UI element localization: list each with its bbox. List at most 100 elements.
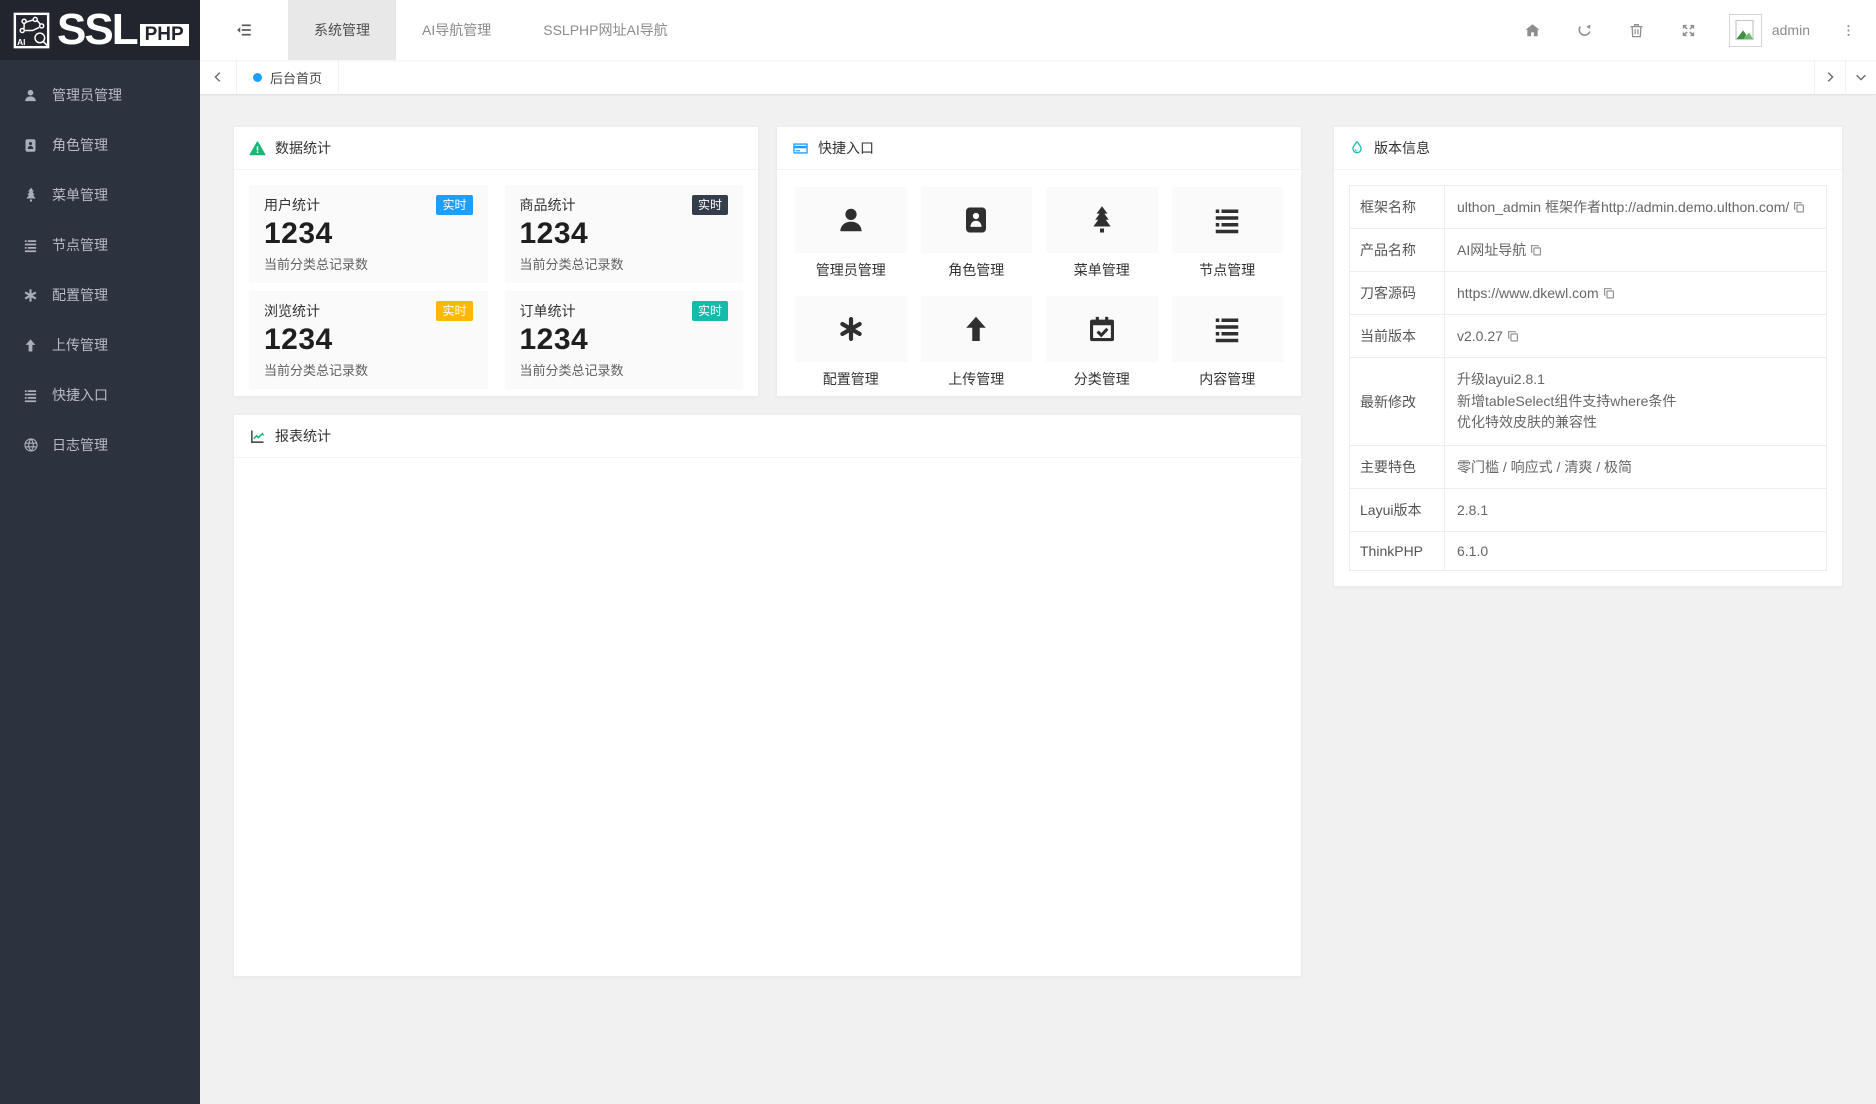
stat-desc: 当前分类总记录数 <box>264 254 473 273</box>
quick-item-upload[interactable]: 上传管理 <box>921 296 1033 389</box>
row-value: https://www.dkewl.com <box>1457 285 1599 301</box>
quick-item-label: 管理员管理 <box>795 260 907 280</box>
sidebar-item-role[interactable]: 角色管理 <box>0 120 200 170</box>
report-chart-area <box>234 458 1301 976</box>
list-icon <box>22 388 39 403</box>
stat-value: 1234 <box>264 217 473 251</box>
row-label: Layui版本 <box>1350 489 1445 532</box>
sidebar-item-label: 管理员管理 <box>52 85 122 105</box>
nav-tab-system[interactable]: 系统管理 <box>288 0 396 60</box>
sidebar-item-upload[interactable]: 上传管理 <box>0 320 200 370</box>
row-value: 升级layui2.8.1 新增tableSelect组件支持where条件 优化… <box>1457 371 1676 430</box>
globe-icon <box>22 437 39 453</box>
refresh-icon[interactable] <box>1559 0 1611 60</box>
credit-card-icon <box>792 140 809 157</box>
stat-box-users: 用户统计 1234 当前分类总记录数 实时 <box>249 185 488 283</box>
sidebar-item-label: 角色管理 <box>52 135 108 155</box>
row-value: v2.0.27 <box>1457 328 1503 344</box>
quick-grid: 管理员管理 角色管理 菜单管理 <box>777 170 1301 396</box>
collapse-sidebar-icon[interactable] <box>200 0 288 60</box>
more-menu-icon[interactable] <box>1830 0 1866 60</box>
status-badge: 实时 <box>692 195 728 215</box>
sidebar-item-admin[interactable]: 管理员管理 <box>0 70 200 120</box>
svg-text:AI: AI <box>17 36 25 46</box>
sidebar-item-menu[interactable]: 菜单管理 <box>0 170 200 220</box>
broken-image-icon <box>1733 18 1757 42</box>
header-right: admin <box>1507 0 1876 60</box>
status-badge: 实时 <box>436 301 472 321</box>
role-icon <box>22 138 39 153</box>
quick-card-title: 快捷入口 <box>818 138 874 158</box>
quick-item-menu[interactable]: 菜单管理 <box>1046 187 1158 280</box>
row-label: ThinkPHP <box>1350 532 1445 571</box>
copy-icon[interactable] <box>1602 286 1616 300</box>
tab-home-label: 后台首页 <box>270 68 322 87</box>
avatar[interactable] <box>1729 14 1762 47</box>
stat-value: 1234 <box>520 217 729 251</box>
copy-icon[interactable] <box>1792 200 1806 214</box>
copy-icon[interactable] <box>1506 329 1520 343</box>
row-value: 2.8.1 <box>1457 502 1488 518</box>
stats-card-title: 数据统计 <box>275 138 331 158</box>
app-logo[interactable]: AI SSL PHP <box>0 0 200 60</box>
sidebar-item-label: 菜单管理 <box>52 185 108 205</box>
table-row: 刀客源码 https://www.dkewl.com <box>1350 272 1827 315</box>
sidebar-item-label: 节点管理 <box>52 235 108 255</box>
nav-tab-sslphp-nav[interactable]: SSLPHP网址AI导航 <box>517 0 693 60</box>
row-label: 刀客源码 <box>1350 272 1445 315</box>
tab-home[interactable]: 后台首页 <box>237 60 339 94</box>
report-card: 报表统计 <box>233 414 1302 977</box>
version-table-wrap: 框架名称 ulthon_admin 框架作者http://admin.demo.… <box>1334 170 1842 586</box>
ai-chip-icon: AI <box>13 12 50 49</box>
sidebar-item-log[interactable]: 日志管理 <box>0 420 200 470</box>
user-icon <box>795 187 907 253</box>
table-row: 产品名称 AI网址导航 <box>1350 229 1827 272</box>
sidebar-item-config[interactable]: 配置管理 <box>0 270 200 320</box>
tabs-scroll-right-icon[interactable] <box>1814 60 1845 94</box>
username[interactable]: admin <box>1772 22 1810 38</box>
tabs-scroll-left-icon[interactable] <box>200 60 237 94</box>
version-table: 框架名称 ulthon_admin 框架作者http://admin.demo.… <box>1349 185 1827 571</box>
role-icon <box>921 187 1033 253</box>
table-row: 最新修改 升级layui2.8.1 新增tableSelect组件支持where… <box>1350 358 1827 446</box>
page-tabbar: 后台首页 <box>200 60 1876 94</box>
stat-desc: 当前分类总记录数 <box>520 254 729 273</box>
home-icon[interactable] <box>1507 0 1559 60</box>
sidebar-item-node[interactable]: 节点管理 <box>0 220 200 270</box>
status-badge: 实时 <box>436 195 472 215</box>
copy-icon[interactable] <box>1529 243 1543 257</box>
asterisk-icon <box>22 288 39 303</box>
quick-item-category[interactable]: 分类管理 <box>1046 296 1158 389</box>
quick-item-label: 节点管理 <box>1172 260 1284 280</box>
quick-item-node[interactable]: 节点管理 <box>1172 187 1284 280</box>
quick-item-label: 配置管理 <box>795 369 907 389</box>
row-label: 当前版本 <box>1350 315 1445 358</box>
upload-icon <box>921 296 1033 362</box>
quick-item-admin[interactable]: 管理员管理 <box>795 187 907 280</box>
stat-box-goods: 商品统计 1234 当前分类总记录数 实时 <box>505 185 744 283</box>
main-content: 数据统计 用户统计 1234 当前分类总记录数 实时 商品统计 1234 当前分… <box>200 94 1876 1104</box>
row-value: 零门槛 / 响应式 / 清爽 / 极简 <box>1457 459 1632 475</box>
line-chart-icon <box>249 428 266 445</box>
version-card-header: 版本信息 <box>1334 127 1842 170</box>
brand-text: SSL PHP <box>57 13 189 47</box>
quick-item-role[interactable]: 角色管理 <box>921 187 1033 280</box>
upload-icon <box>22 338 39 353</box>
fullscreen-icon[interactable] <box>1663 0 1715 60</box>
stat-desc: 当前分类总记录数 <box>520 360 729 379</box>
quick-item-config[interactable]: 配置管理 <box>795 296 907 389</box>
tabs-dropdown-icon[interactable] <box>1845 60 1876 94</box>
trash-icon[interactable] <box>1611 0 1663 60</box>
row-value: 6.1.0 <box>1457 543 1488 559</box>
report-card-title: 报表统计 <box>275 426 331 446</box>
sidebar-item-shortcut[interactable]: 快捷入口 <box>0 370 200 420</box>
header: 系统管理 AI导航管理 SSLPHP网址AI导航 admin <box>200 0 1876 60</box>
quick-item-content[interactable]: 内容管理 <box>1172 296 1284 389</box>
stat-desc: 当前分类总记录数 <box>264 360 473 379</box>
list-icon <box>1172 187 1284 253</box>
quick-card-header: 快捷入口 <box>777 127 1301 170</box>
quick-item-label: 分类管理 <box>1046 369 1158 389</box>
table-row: Layui版本 2.8.1 <box>1350 489 1827 532</box>
nav-tab-ai-nav[interactable]: AI导航管理 <box>396 0 517 60</box>
quick-item-label: 角色管理 <box>921 260 1033 280</box>
